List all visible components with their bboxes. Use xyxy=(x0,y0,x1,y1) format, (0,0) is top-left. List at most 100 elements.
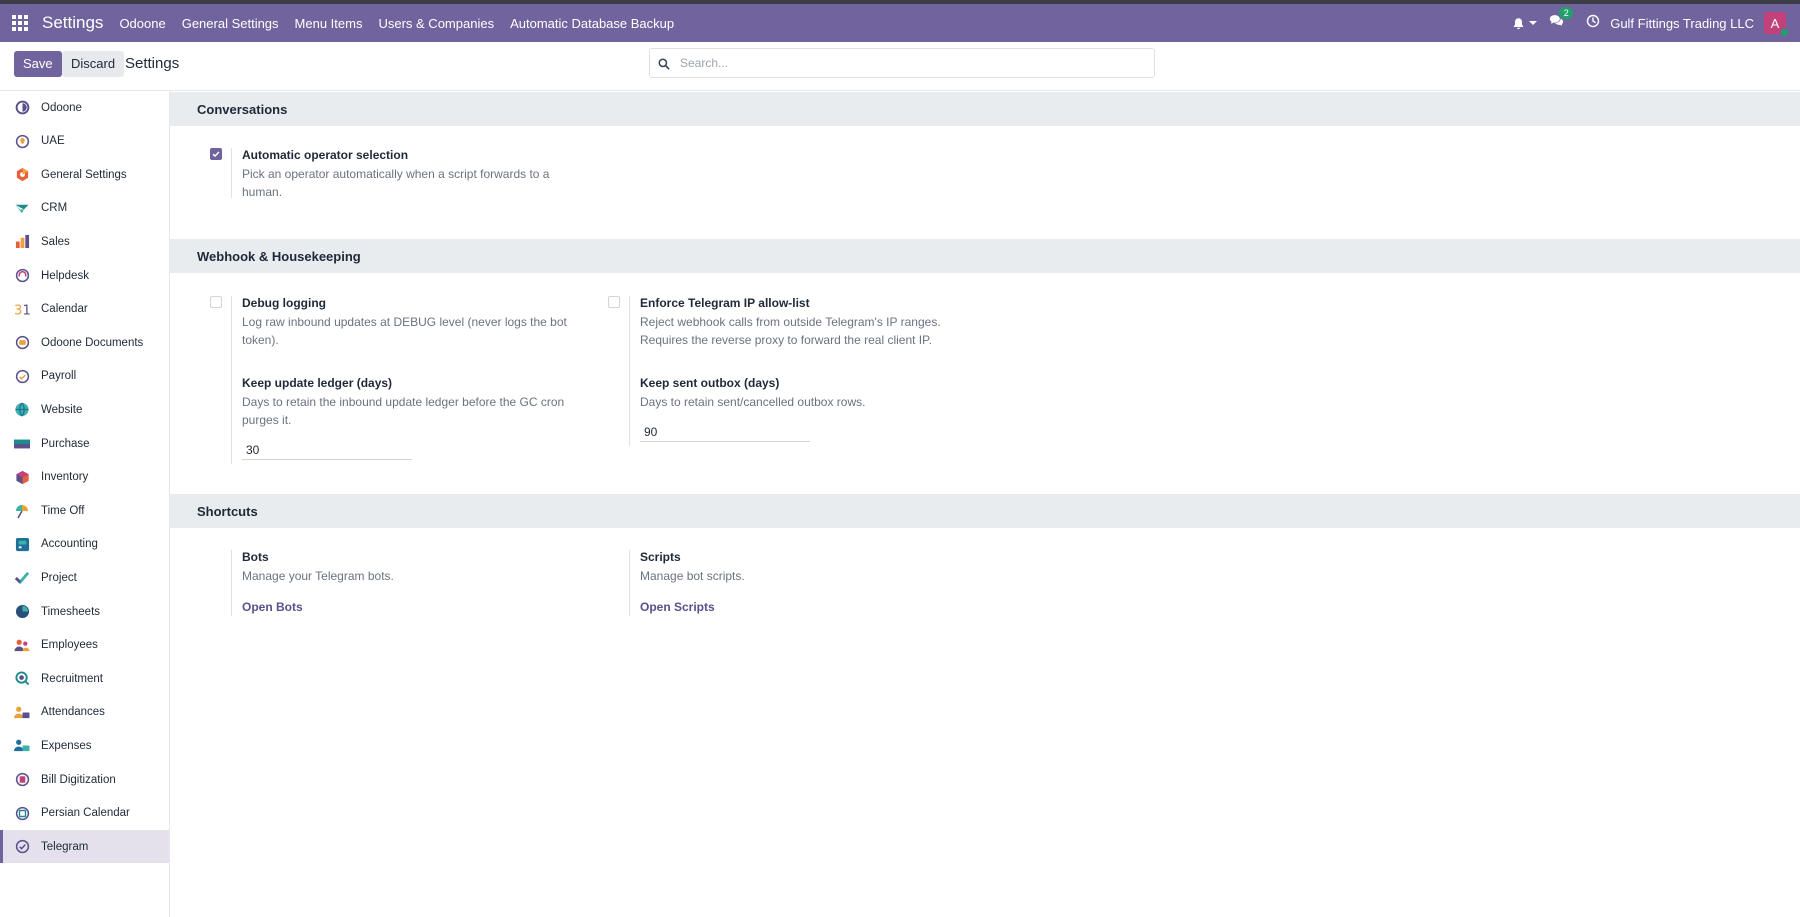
sidebar-item-label: Website xyxy=(41,403,83,416)
time-off-icon xyxy=(14,503,30,519)
apps-menu-icon[interactable] xyxy=(12,15,28,31)
sidebar-item-label: Sales xyxy=(41,235,70,248)
sidebar-item-recruitment[interactable]: Recruitment xyxy=(0,662,169,695)
chat-count-badge: 2 xyxy=(1559,7,1574,19)
sidebar-item-label: General Settings xyxy=(41,168,127,181)
sidebar-item-attendances[interactable]: Attendances xyxy=(0,696,169,729)
chevron-down-icon[interactable] xyxy=(1529,21,1538,25)
sidebar-item-uae[interactable]: UAE xyxy=(0,125,169,158)
auto-operator-checkbox[interactable] xyxy=(210,148,222,160)
nav-item-database-backup[interactable]: Automatic Database Backup xyxy=(510,16,674,31)
sidebar-item-label: CRM xyxy=(41,202,68,215)
sidebar-item-label: Timesheets xyxy=(41,605,101,618)
sidebar-item-inventory[interactable]: Inventory xyxy=(0,461,169,494)
website-icon xyxy=(14,402,30,418)
attendances-icon xyxy=(14,704,30,720)
accounting-icon xyxy=(14,536,30,552)
setting-title: Debug logging xyxy=(242,296,326,310)
sidebar-item-telegram[interactable]: Telegram xyxy=(0,830,169,864)
payroll-icon xyxy=(14,368,30,384)
setting-auto-operator: Automatic operator selection Pick an ope… xyxy=(231,148,591,199)
section-header-webhook: Webhook & Housekeeping xyxy=(170,239,1800,273)
sidebar-item-sales[interactable]: Sales xyxy=(0,225,169,258)
avatar-letter: A xyxy=(1770,15,1780,31)
sent-outbox-days-input[interactable]: 90 xyxy=(640,422,810,442)
bell-icon[interactable] xyxy=(1512,17,1525,30)
setting-description: Days to retain the inbound update ledger… xyxy=(242,395,565,427)
project-icon xyxy=(14,570,30,586)
sidebar-item-accounting[interactable]: Accounting xyxy=(0,528,169,561)
sidebar-item-employees[interactable]: Employees xyxy=(0,629,169,662)
search-box[interactable] xyxy=(649,48,1155,78)
pin-icon xyxy=(14,133,30,149)
sidebar-item-odoone[interactable]: Odoone xyxy=(0,91,169,124)
ip-allow-list-checkbox[interactable] xyxy=(608,296,620,308)
sidebar-item-label: Purchase xyxy=(41,437,90,450)
sidebar-item-persian-calendar[interactable]: Persian Calendar xyxy=(0,797,169,830)
setting-divider xyxy=(231,148,232,198)
app-brand[interactable]: Settings xyxy=(42,13,103,33)
save-button[interactable]: Save xyxy=(14,51,62,77)
setting-update-ledger: Keep update ledger (days) Days to retain… xyxy=(231,376,591,466)
section-title: Webhook & Housekeeping xyxy=(197,249,361,264)
sidebar-item-label: Payroll xyxy=(41,370,77,383)
sidebar-item-purchase[interactable]: Purchase xyxy=(0,427,169,460)
nav-item-menu-items[interactable]: Menu Items xyxy=(295,16,363,31)
discard-button[interactable]: Discard xyxy=(62,51,125,77)
clock-icon[interactable] xyxy=(1586,14,1600,33)
update-ledger-days-input[interactable]: 30 xyxy=(242,440,412,460)
sidebar-item-label: Persian Calendar xyxy=(41,807,130,820)
sidebar-item-odoone-documents[interactable]: Odoone Documents xyxy=(0,326,169,359)
employees-icon xyxy=(14,637,30,653)
sidebar-item-website[interactable]: Website xyxy=(0,393,169,426)
sidebar-item-project[interactable]: Project xyxy=(0,561,169,594)
sidebar-item-bill-digitization[interactable]: Bill Digitization xyxy=(0,763,169,796)
sidebar-item-general-settings[interactable]: General Settings xyxy=(0,158,169,191)
setting-description: Reject webhook calls from outside Telegr… xyxy=(640,315,941,347)
inventory-icon xyxy=(14,469,30,485)
sidebar-item-label: Telegram xyxy=(41,840,89,853)
purchase-icon xyxy=(14,436,30,452)
open-bots-button[interactable]: Open Bots xyxy=(242,600,303,614)
company-switcher[interactable]: Gulf Fittings Trading LLC xyxy=(1610,16,1754,31)
sidebar-item-label: Project xyxy=(41,571,77,584)
setting-description: Days to retain sent/cancelled outbox row… xyxy=(640,395,866,409)
setting-title: Scripts xyxy=(640,550,681,564)
svg-text:3: 3 xyxy=(14,303,22,316)
setting-description: Pick an operator automatically when a sc… xyxy=(242,167,550,199)
nav-item-users-companies[interactable]: Users & Companies xyxy=(378,16,494,31)
helpdesk-icon xyxy=(14,268,30,284)
sidebar-item-timesheets[interactable]: Timesheets xyxy=(0,595,169,628)
sidebar-item-label: Calendar xyxy=(41,303,88,316)
debug-logging-checkbox[interactable] xyxy=(210,296,222,308)
timesheets-icon xyxy=(14,604,30,620)
telegram-icon xyxy=(14,839,30,855)
sidebar-item-crm[interactable]: CRM xyxy=(0,192,169,225)
setting-divider xyxy=(629,550,630,616)
sidebar-item-label: Recruitment xyxy=(41,672,103,685)
setting-description: Manage your Telegram bots. xyxy=(242,569,394,583)
shortcut-scripts: Scripts Manage bot scripts. Open Scripts xyxy=(629,550,1029,616)
open-scripts-button[interactable]: Open Scripts xyxy=(640,600,715,614)
sidebar-item-calendar[interactable]: 31 Calendar xyxy=(0,293,169,326)
crm-icon xyxy=(14,200,30,216)
sidebar-item-label: Odoone xyxy=(41,101,82,114)
sidebar-item-label: Time Off xyxy=(41,504,85,517)
sidebar-item-payroll[interactable]: Payroll xyxy=(0,360,169,393)
settings-sidebar: Odoone UAE General Settings CRM Sales He… xyxy=(0,91,170,917)
search-input[interactable] xyxy=(680,54,1140,72)
setting-title: Keep sent outbox (days) xyxy=(640,376,780,390)
sidebar-item-expenses[interactable]: Expenses xyxy=(0,729,169,762)
sidebar-item-helpdesk[interactable]: Helpdesk xyxy=(0,259,169,292)
user-avatar[interactable]: A xyxy=(1764,12,1789,37)
sidebar-item-time-off[interactable]: Time Off xyxy=(0,494,169,527)
chat-icon[interactable]: 2 xyxy=(1549,7,1574,32)
sidebar-item-label: Expenses xyxy=(41,739,92,752)
section-header-shortcuts: Shortcuts xyxy=(170,494,1800,528)
expenses-icon xyxy=(14,738,30,754)
sidebar-item-label: Accounting xyxy=(41,538,98,551)
nav-item-odoone[interactable]: Odoone xyxy=(119,16,165,31)
sidebar-item-label: UAE xyxy=(41,135,65,148)
sidebar-item-label: Inventory xyxy=(41,471,89,484)
nav-item-general-settings[interactable]: General Settings xyxy=(182,16,279,31)
